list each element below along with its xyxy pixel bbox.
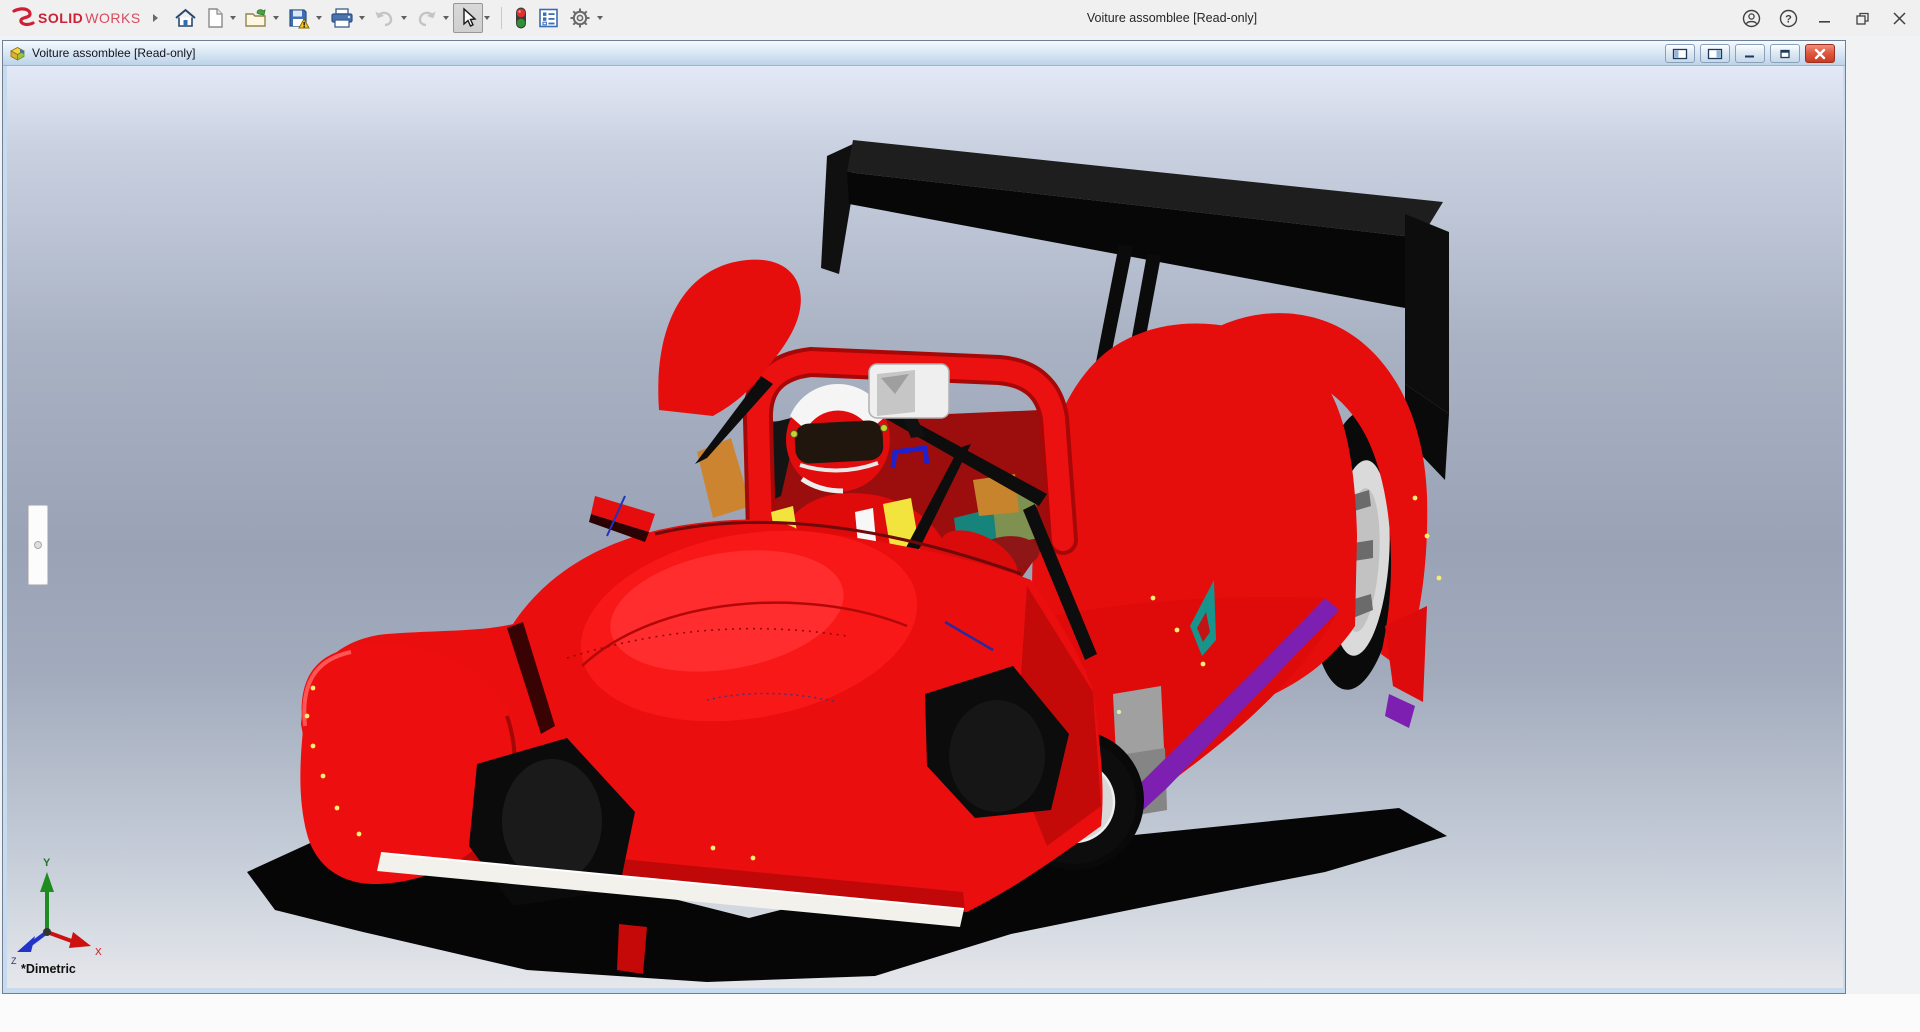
document-window: Voiture assomblee [Read-only] — [2, 40, 1846, 994]
options-button[interactable] — [564, 3, 596, 33]
close-icon — [1813, 48, 1827, 60]
options-gear-icon — [568, 6, 592, 30]
new-document-dropdown[interactable] — [230, 16, 236, 20]
print-dropdown[interactable] — [359, 16, 365, 20]
redo-button[interactable] — [411, 3, 442, 33]
document-title: Voiture assomblee [Read-only] — [32, 46, 195, 60]
select-tool-dropdown[interactable] — [484, 16, 490, 20]
document-title-bar[interactable]: Voiture assomblee [Read-only] — [3, 41, 1845, 66]
brand-solid: SOLID — [38, 10, 83, 26]
mdi-bottom-strip — [0, 994, 1920, 1032]
undo-icon — [373, 7, 396, 29]
redo-dropdown[interactable] — [443, 16, 449, 20]
print-button[interactable] — [326, 3, 358, 33]
document-close-button[interactable] — [1805, 44, 1835, 63]
mdi-area: Voiture assomblee [Read-only] — [0, 36, 1920, 1032]
helmet-vent — [881, 425, 888, 432]
app-title-bar: SOLIDWORKS — [0, 0, 1920, 37]
open-document-dropdown[interactable] — [273, 16, 279, 20]
redo-icon — [415, 7, 438, 29]
save-dropdown[interactable] — [316, 16, 322, 20]
solidworks-logo: SOLIDWORKS — [10, 0, 141, 36]
app-window-title: Voiture assomblee [Read-only] — [1012, 0, 1332, 36]
undo-dropdown[interactable] — [401, 16, 407, 20]
file-properties-icon — [537, 7, 560, 29]
restore-icon — [1855, 11, 1870, 26]
splitter-dot — [34, 541, 42, 549]
svg-text:?: ? — [1785, 13, 1792, 25]
minimize-icon — [1743, 48, 1757, 60]
account-icon — [1742, 9, 1761, 28]
z-axis-arrow — [17, 936, 35, 952]
account-button[interactable] — [1740, 7, 1762, 29]
restore-icon — [1778, 48, 1792, 60]
close-icon — [1892, 11, 1907, 26]
home-icon — [174, 7, 197, 29]
z-axis-label: Z — [11, 956, 17, 966]
document-restore-button[interactable] — [1770, 44, 1800, 63]
close-button[interactable] — [1888, 7, 1910, 29]
options-dropdown[interactable] — [597, 16, 603, 20]
3d-model-scene[interactable]: Y X Z — [7, 66, 1843, 988]
left-rear-fender[interactable] — [658, 260, 801, 416]
home-button[interactable] — [170, 3, 201, 33]
document-minimize-button[interactable] — [1735, 44, 1765, 63]
minimize-button[interactable] — [1814, 7, 1836, 29]
pane-left-toggle-button[interactable] — [1665, 44, 1695, 63]
main-toolbar — [170, 0, 607, 36]
rebuild-button[interactable] — [509, 3, 533, 33]
helmet-visor — [794, 420, 884, 465]
file-properties-button[interactable] — [533, 3, 564, 33]
help-button[interactable]: ? — [1777, 7, 1799, 29]
document-window-controls — [1665, 44, 1835, 63]
graphics-viewport[interactable]: Y X Z *Dimetric — [7, 66, 1843, 988]
solidworks-3s-icon — [10, 6, 36, 30]
brand-works: WORKS — [85, 10, 140, 26]
orientation-triad[interactable]: Y X Z — [11, 857, 102, 966]
assembly-document-icon — [9, 45, 26, 61]
x-axis-arrow — [69, 932, 91, 948]
select-cursor-icon — [457, 7, 479, 29]
new-document-button[interactable] — [201, 3, 229, 33]
toolbar-separator — [501, 7, 502, 29]
view-orientation-label: *Dimetric — [21, 962, 76, 976]
minimize-icon — [1818, 11, 1832, 25]
undo-button[interactable] — [369, 3, 400, 33]
y-axis-arrow — [40, 872, 54, 892]
select-tool-button[interactable] — [453, 3, 483, 33]
fender-purple-tip — [1385, 694, 1415, 728]
open-document-button[interactable] — [240, 3, 272, 33]
new-document-icon — [205, 7, 225, 29]
app-window-controls: ? — [1740, 0, 1910, 36]
save-icon — [287, 7, 311, 29]
print-icon — [330, 7, 354, 29]
rebuild-traffic-light-icon — [513, 6, 529, 30]
feature-manager-splitter-handle[interactable] — [28, 505, 48, 585]
y-axis-label: Y — [43, 857, 51, 869]
flyout-chevron-icon[interactable] — [150, 0, 160, 36]
pane-right-toggle-icon — [1707, 48, 1723, 60]
help-icon: ? — [1779, 9, 1798, 28]
save-button[interactable] — [283, 3, 315, 33]
pane-right-toggle-button[interactable] — [1700, 44, 1730, 63]
x-axis-label: X — [95, 947, 102, 958]
restore-button[interactable] — [1851, 7, 1873, 29]
pane-left-toggle-icon — [1672, 48, 1688, 60]
helmet-vent — [791, 431, 798, 438]
open-document-icon — [244, 7, 268, 29]
